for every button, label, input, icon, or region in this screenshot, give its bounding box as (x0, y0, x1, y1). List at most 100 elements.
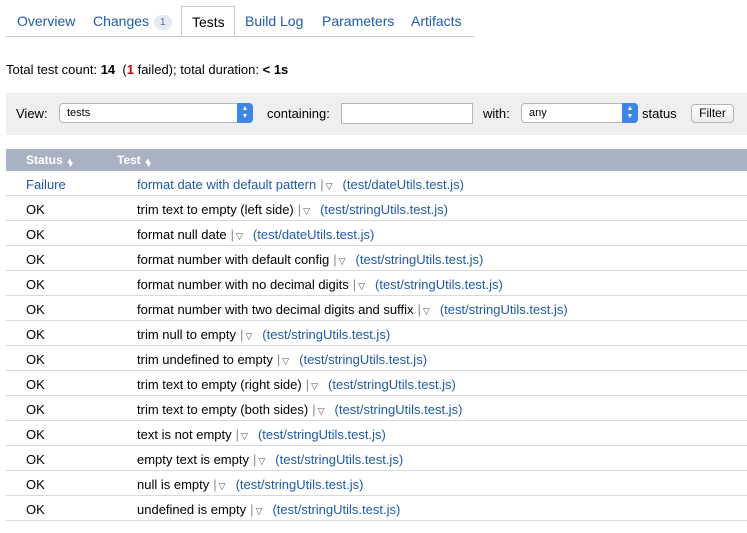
table-row: OK trim text to empty (both sides) | ▽ (test… (6, 396, 747, 421)
tab-bar: Overview Changes 1 Tests Build Log Parame… (6, 6, 474, 37)
test-status: OK (26, 452, 45, 467)
test-status: OK (26, 202, 45, 217)
triangle-down-icon[interactable]: ▽ (318, 406, 325, 416)
test-status: OK (26, 477, 45, 492)
table-row: OK format number with two decimal digits … (6, 296, 747, 321)
containing-label: containing: (267, 106, 330, 121)
divider: | (213, 477, 217, 492)
test-status: OK (26, 502, 45, 517)
view-select[interactable]: tests ▲ ▼ (59, 103, 253, 123)
table-header: Status ▲▼ Test ▲▼ (6, 149, 747, 171)
divider: | (312, 402, 316, 417)
test-file-link[interactable]: (test/stringUtils.test.js) (328, 377, 456, 392)
test-cell: empty text is empty | ▽ (test/stringUtils.t… (137, 452, 403, 467)
status-column-header[interactable]: Status ▲▼ (26, 153, 82, 169)
total-test-count: 14 (100, 62, 116, 77)
triangle-down-icon[interactable]: ▽ (236, 231, 243, 241)
test-cell: trim text to empty (right side) | ▽ (test/s… (137, 377, 456, 392)
test-file-link[interactable]: (test/stringUtils.test.js) (236, 477, 364, 492)
test-file-link[interactable]: (test/stringUtils.test.js) (440, 302, 568, 317)
test-column-label: Test (117, 153, 141, 167)
view-label: View: (16, 106, 48, 121)
test-name[interactable]: format date with default pattern (137, 177, 316, 192)
triangle-down-icon[interactable]: ▽ (282, 356, 289, 366)
divider: | (239, 327, 244, 342)
test-status: OK (26, 302, 45, 317)
divider: | (333, 252, 337, 267)
test-file-link[interactable]: (test/stringUtils.test.js) (335, 402, 463, 417)
divider: | (320, 177, 324, 192)
test-status: OK (26, 277, 45, 292)
test-results-table: Failure format date with default pattern |… (6, 171, 747, 521)
triangle-down-icon[interactable]: ▽ (219, 481, 226, 491)
triangle-down-icon[interactable]: ▽ (423, 306, 430, 316)
total-duration: < 1s (262, 62, 289, 77)
test-cell: null is empty | ▽ (test/stringUtils.test.js… (137, 477, 363, 492)
tab-parameters[interactable]: Parameters (322, 7, 394, 35)
test-name: trim text to empty (right side) (137, 377, 302, 392)
divider: | (417, 302, 421, 317)
test-cell: trim undefined to empty | ▽ (test/stringUti… (137, 352, 427, 367)
triangle-down-icon[interactable]: ▽ (303, 206, 310, 216)
divider: | (297, 202, 302, 217)
failed-count: 1 (126, 62, 134, 77)
test-file-link[interactable]: (test/stringUtils.test.js) (262, 327, 390, 342)
triangle-down-icon[interactable]: ▽ (241, 431, 248, 441)
test-file-link[interactable]: (test/stringUtils.test.js) (258, 427, 386, 442)
test-file-link[interactable]: (test/dateUtils.test.js) (253, 227, 374, 242)
test-file-link[interactable]: (test/stringUtils.test.js) (356, 252, 484, 267)
test-name: format number with default config (137, 252, 330, 267)
test-file-link[interactable]: (test/stringUtils.test.js) (299, 352, 427, 367)
test-cell: trim text to empty (left side) | ▽ (test/st… (137, 202, 448, 217)
table-row: OK null is empty | ▽ (test/stringUtils.test.… (6, 471, 747, 496)
triangle-down-icon[interactable]: ▽ (326, 181, 333, 191)
triangle-down-icon[interactable]: ▽ (256, 506, 263, 516)
test-cell: undefined is empty | ▽ (test/stringUtils.te… (137, 502, 400, 517)
test-status: Failure (26, 177, 66, 192)
table-row: OK empty text is empty | ▽ (test/stringUtils… (6, 446, 747, 471)
select-arrows-icon: ▲ ▼ (237, 103, 253, 123)
test-status: OK (26, 427, 45, 442)
test-cell: format date with default pattern | ▽ (test/… (137, 177, 464, 192)
test-cell: format number with default config | ▽ (test… (137, 252, 483, 267)
divider: | (230, 227, 234, 242)
tab-overview[interactable]: Overview (17, 7, 75, 35)
test-file-link[interactable]: (test/stringUtils.test.js) (275, 452, 403, 467)
containing-input[interactable] (341, 103, 473, 124)
test-file-link[interactable]: (test/stringUtils.test.js) (272, 502, 400, 517)
table-row: OK trim text to empty (right side) | ▽ (test… (6, 371, 747, 396)
test-name: trim text to empty (both sides) (137, 402, 309, 417)
test-status: OK (26, 227, 45, 242)
test-file-link[interactable]: (test/dateUtils.test.js) (343, 177, 464, 192)
divider: | (252, 452, 257, 467)
test-name: trim undefined to empty (137, 352, 273, 367)
test-file-link[interactable]: (test/stringUtils.test.js) (320, 202, 448, 217)
test-column-header[interactable]: Test ▲▼ (117, 153, 160, 169)
tab-tests[interactable]: Tests (181, 6, 235, 36)
test-summary: Total test count: 14 (1 failed); total d… (6, 62, 288, 77)
status-select[interactable]: any ▲ ▼ (521, 103, 638, 123)
test-cell: trim text to empty (both sides) | ▽ (test/s… (137, 402, 462, 417)
test-name: format number with no decimal digits (137, 277, 349, 292)
triangle-down-icon[interactable]: ▽ (339, 256, 346, 266)
test-file-link[interactable]: (test/stringUtils.test.js) (375, 277, 503, 292)
tab-artifacts[interactable]: Artifacts (411, 7, 462, 35)
tab-changes[interactable]: Changes 1 (93, 7, 172, 35)
triangle-down-icon[interactable]: ▽ (311, 381, 318, 391)
divider: | (235, 427, 240, 442)
test-status: OK (26, 327, 45, 342)
test-status: OK (26, 377, 45, 392)
changes-count-badge: 1 (154, 15, 172, 30)
triangle-down-icon[interactable]: ▽ (245, 331, 252, 341)
test-cell: format number with two decimal digits an… (137, 302, 568, 317)
divider: | (250, 502, 254, 517)
triangle-down-icon[interactable]: ▽ (258, 456, 265, 466)
test-cell: format number with no decimal digits | ▽ (t… (137, 277, 503, 292)
triangle-down-icon[interactable]: ▽ (358, 281, 365, 291)
filter-button[interactable]: Filter (691, 104, 734, 123)
test-cell: text is not empty | ▽ (test/stringUtils.tes… (137, 427, 386, 442)
tab-build-log[interactable]: Build Log (245, 7, 303, 35)
table-row: OK text is not empty | ▽ (test/stringUtils.t… (6, 421, 747, 446)
with-label: with: (483, 106, 510, 121)
test-name: empty text is empty (137, 452, 249, 467)
